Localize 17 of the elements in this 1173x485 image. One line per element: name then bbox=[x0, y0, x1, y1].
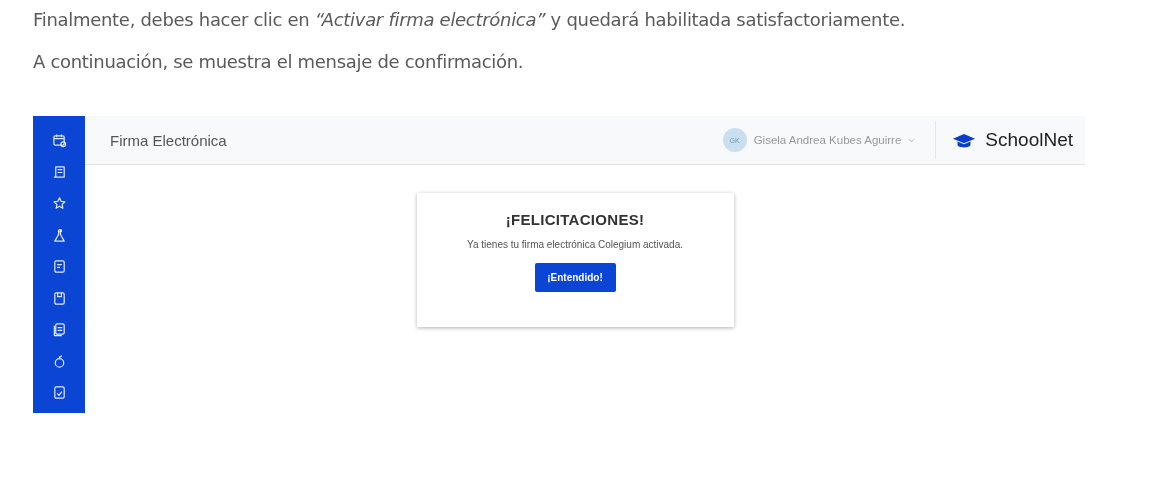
note-icon[interactable] bbox=[51, 259, 67, 275]
dialog-message: Ya tienes tu firma electrónica Colegium activada. bbox=[467, 239, 683, 250]
user-name[interactable]: Gisela Andrea Kubes Aguirre bbox=[753, 134, 902, 146]
confirm-button[interactable]: ¡Entendido! bbox=[534, 263, 616, 292]
notebook-icon[interactable] bbox=[51, 290, 67, 306]
calendar-icon[interactable] bbox=[51, 133, 67, 149]
checklist-icon[interactable] bbox=[51, 385, 67, 401]
paragraph: Finalmente, debes hacer clic en “Activar firma electrónica” y quedará habilitada satisfactoriamente. bbox=[33, 8, 907, 32]
star-icon[interactable] bbox=[51, 196, 67, 212]
documents-icon[interactable] bbox=[51, 322, 67, 338]
dialog-title: ¡FELICITACIONES! bbox=[505, 211, 645, 228]
graduation-cap-icon bbox=[952, 132, 977, 148]
flask-icon[interactable] bbox=[51, 227, 67, 243]
paragraph: A continuación, se muestra el mensaje de confirmación. bbox=[33, 50, 525, 74]
scroll-icon[interactable] bbox=[51, 164, 67, 180]
brand-name: SchoolNet bbox=[985, 129, 1073, 151]
page-title: Firma Electrónica bbox=[110, 131, 228, 149]
